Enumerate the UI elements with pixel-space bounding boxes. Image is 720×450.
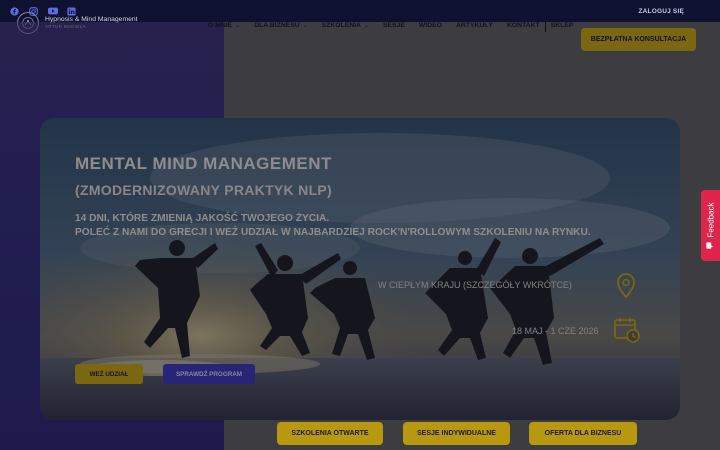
nav-item-sklep[interactable]: SKLEP bbox=[551, 22, 574, 29]
nav-item-dla-biznesu[interactable]: DLA BIZNESU ⌄ bbox=[254, 22, 307, 29]
nav-item-sesje[interactable]: SESJE bbox=[383, 22, 405, 29]
main-nav: O MNIE ⌄ DLA BIZNESU ⌄ SZKOLENIA ⌄ SESJE… bbox=[208, 18, 587, 32]
nav-item-label: SZKOLENIA bbox=[321, 21, 361, 29]
nav-item-label: ARTYKUŁY bbox=[455, 21, 493, 29]
chevron-down-icon: ⌄ bbox=[363, 22, 369, 29]
location-pin-icon bbox=[616, 273, 636, 304]
nav-item-label: O MNIE bbox=[208, 21, 233, 29]
feedback-icon bbox=[706, 241, 716, 249]
feedback-label: Feedback bbox=[706, 201, 716, 238]
logo-title: Hypnosis & Mind Management bbox=[45, 16, 138, 23]
hero-banner: MENTAL MIND MANAGEMENT (ZMODERNIZOWANY P… bbox=[40, 118, 680, 420]
nav-item-label: SKLEP bbox=[550, 21, 574, 29]
open-trainings-button[interactable]: SZKOLENIA OTWARTE bbox=[277, 422, 383, 445]
hero-title: MENTAL MIND MANAGEMENT bbox=[75, 154, 332, 173]
nav-item-label: DLA BIZNESU bbox=[254, 21, 300, 29]
login-link[interactable]: ZALOGUJ SIĘ bbox=[638, 8, 684, 15]
nav-item-label: WIDEO bbox=[418, 21, 442, 29]
hero-subtitle: (ZMODERNIZOWANY PRAKTYK NLP) bbox=[75, 182, 333, 198]
business-offer-button[interactable]: OFERTA DLA BIZNESU bbox=[529, 422, 637, 445]
nav-item-label: SESJE bbox=[382, 21, 405, 29]
view-program-button[interactable]: SPRAWDŹ PROGRAM bbox=[163, 364, 255, 384]
site-logo[interactable]: Hypnosis & Mind Management ARTUR MAKIEŁA bbox=[17, 12, 138, 34]
chevron-down-icon: ⌄ bbox=[302, 22, 308, 29]
nav-item-kontakt[interactable]: KONTAKT bbox=[507, 22, 540, 29]
nav-item-o-mnie[interactable]: O MNIE ⌄ bbox=[208, 22, 240, 29]
nav-divider bbox=[544, 18, 546, 32]
nav-item-label: KONTAKT bbox=[506, 21, 540, 29]
individual-sessions-button[interactable]: SESJE INDYWIDUALNE bbox=[403, 422, 510, 445]
join-button[interactable]: WEŹ UDZIAŁ bbox=[75, 364, 143, 384]
logo-subtitle: ARTUR MAKIEŁA bbox=[45, 24, 86, 29]
hero-tagline: 14 DNI, KTÓRE ZMIENIĄ JAKOŚĆ TWOJEGO ŻYC… bbox=[75, 213, 330, 224]
nav-item-szkolenia[interactable]: SZKOLENIA ⌄ bbox=[322, 22, 369, 29]
event-dates: 18 MAJ - 1 CZE 2026 bbox=[512, 326, 599, 336]
feedback-tab[interactable]: Feedback bbox=[701, 190, 720, 261]
chevron-down-icon: ⌄ bbox=[235, 22, 241, 29]
hero-description: POLEĆ Z NAMI DO GRECJI I WEŹ UDZIAŁ W NA… bbox=[75, 227, 591, 238]
event-location: W CIEPŁYM KRAJU (SZCZEGÓŁY WKRÓTCE) bbox=[378, 280, 572, 290]
nav-item-wideo[interactable]: WIDEO bbox=[419, 22, 442, 29]
nav-item-artykuly[interactable]: ARTYKUŁY bbox=[456, 22, 493, 29]
logo-emblem-icon bbox=[17, 12, 39, 34]
calendar-icon bbox=[613, 316, 641, 349]
free-consultation-button[interactable]: BEZPŁATNA KONSULTACJA bbox=[581, 28, 696, 51]
